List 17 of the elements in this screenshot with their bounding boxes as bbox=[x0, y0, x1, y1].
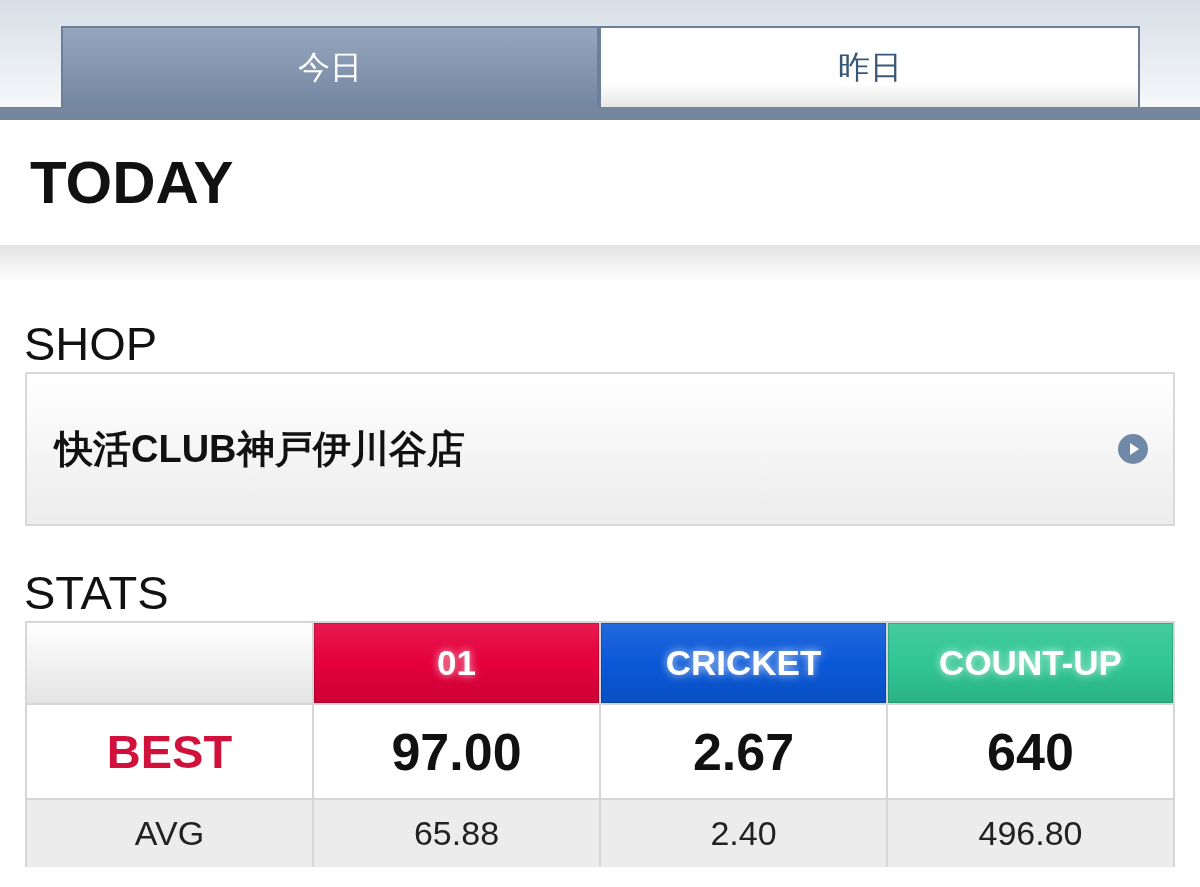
table-cell: 97.00 bbox=[314, 705, 599, 798]
column-header: COUNT-UP bbox=[888, 623, 1173, 703]
play-icon bbox=[1118, 434, 1148, 464]
page-title: TODAY bbox=[30, 149, 234, 216]
row-label: AVG bbox=[27, 800, 312, 867]
table-cell: 2.40 bbox=[601, 800, 886, 867]
column-header: CRICKET bbox=[601, 623, 886, 703]
section-heading: STATS bbox=[24, 565, 169, 621]
table-cell: 65.88 bbox=[314, 800, 599, 867]
shop-link[interactable]: 快活CLUB神戸伊川谷店 bbox=[25, 372, 1175, 526]
section-heading: SHOP bbox=[24, 316, 158, 372]
column-header: 01 bbox=[314, 623, 599, 703]
table-cell: 2.67 bbox=[601, 705, 886, 798]
tab[interactable]: 昨日 bbox=[599, 26, 1140, 107]
table-cell: 640 bbox=[888, 705, 1173, 798]
row-label: BEST bbox=[27, 705, 312, 798]
table-cell: 496.80 bbox=[888, 800, 1173, 867]
